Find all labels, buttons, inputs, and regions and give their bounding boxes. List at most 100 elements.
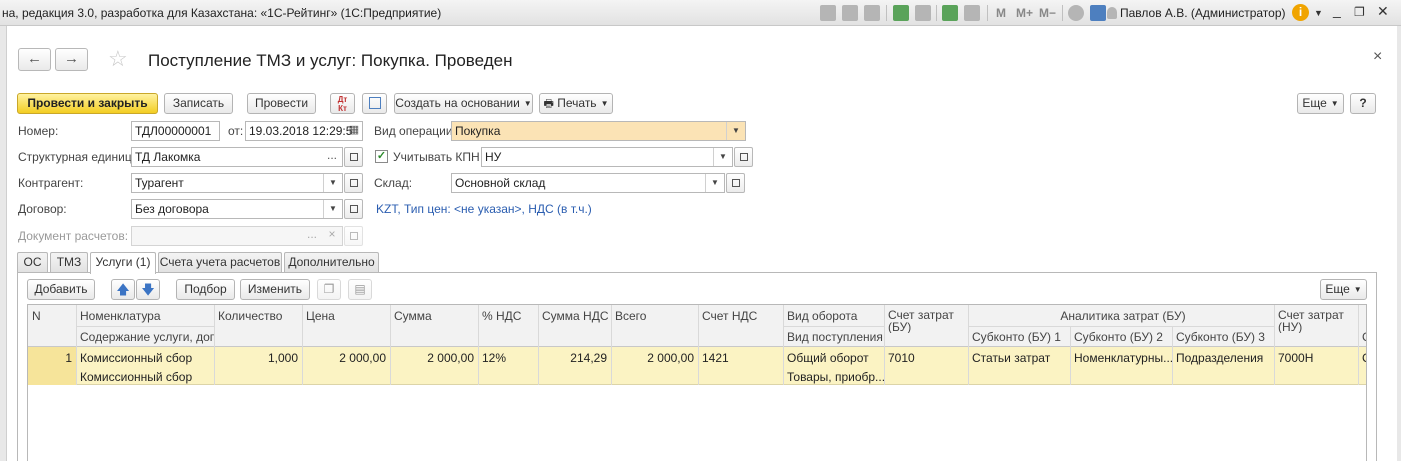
header-cost-account-nu[interactable]: Счет затрат (НУ) xyxy=(1274,309,1358,333)
info-icon[interactable]: i xyxy=(1292,4,1309,21)
select-ellipsis-icon[interactable]: ... xyxy=(322,148,342,166)
chevron-down-icon[interactable]: ▼ xyxy=(713,148,732,166)
cell-sub1[interactable]: Статьи затрат xyxy=(968,351,1070,365)
prices-and-currency-link[interactable]: KZT, Тип цен: <не указан>, НДС (в т.ч.) xyxy=(376,202,592,216)
cell-sub3[interactable]: Подразделения xyxy=(1172,351,1274,365)
move-up-button[interactable]: 🡅 xyxy=(111,279,135,300)
chevron-down-icon[interactable]: ▼ xyxy=(726,122,745,140)
header-turnover-type[interactable]: Вид оборота xyxy=(783,309,884,323)
cell-cost-account[interactable]: 7010 xyxy=(884,351,968,365)
unit-field[interactable]: ТД Лакомка... xyxy=(131,147,343,167)
cell-vat-account[interactable]: 1421 xyxy=(698,351,783,365)
header-n[interactable]: N xyxy=(28,309,76,323)
header-vat-sum[interactable]: Сумма НДС xyxy=(538,309,611,323)
number-field[interactable]: ТДЛ00000001 xyxy=(131,121,220,141)
open-warehouse-button[interactable] xyxy=(726,173,745,193)
print-button[interactable]: 🖶 Печать ▼ xyxy=(539,93,613,114)
create-based-on-button[interactable]: Создать на основании ▼ xyxy=(394,93,533,114)
close-window-icon[interactable]: ✕ xyxy=(1377,3,1389,20)
save-icon[interactable] xyxy=(820,5,836,21)
cell-vat-sum[interactable]: 214,29 xyxy=(538,351,611,365)
calendar-icon[interactable]: ▦ xyxy=(347,123,361,137)
cell-content[interactable]: Комиссионный сбор xyxy=(76,370,214,384)
chevron-down-icon[interactable]: ▼ xyxy=(323,174,342,192)
header-receipt-type[interactable]: Вид поступления xyxy=(783,330,884,344)
cell-cut[interactable]: С xyxy=(1358,351,1366,365)
open-kpn-button[interactable] xyxy=(734,147,753,167)
table-more-button[interactable]: Еще ▼ xyxy=(1320,279,1367,300)
save-button[interactable]: Записать xyxy=(164,93,233,114)
contract-select[interactable]: Без договора ▼ xyxy=(131,199,343,219)
kpn-checkbox[interactable]: ✓ xyxy=(375,150,388,163)
pick-button[interactable]: Подбор xyxy=(176,279,235,300)
copy-icon[interactable] xyxy=(915,5,931,21)
help-button[interactable]: ? xyxy=(1350,93,1376,114)
structure-button[interactable] xyxy=(362,93,387,114)
date-field[interactable]: 19.03.2018 12:29:5 ▦ xyxy=(245,121,363,141)
cell-price[interactable]: 2 000,00 xyxy=(302,351,390,365)
header-vat-rate[interactable]: % НДС xyxy=(478,309,538,323)
cell-sum[interactable]: 2 000,00 xyxy=(390,351,478,365)
header-price[interactable]: Цена xyxy=(302,309,390,323)
calculator-icon[interactable] xyxy=(942,5,958,21)
tab-settlement-accounts[interactable]: Счета учета расчетов xyxy=(158,252,282,273)
more-button[interactable]: Еще ▼ xyxy=(1297,93,1344,114)
header-total[interactable]: Всего xyxy=(611,309,698,323)
warehouse-select[interactable]: Основной склад ▼ xyxy=(451,173,725,193)
header-sub1[interactable]: Субконто (БУ) 1 xyxy=(968,330,1070,344)
operation-select[interactable]: Покупка ▼ xyxy=(451,121,746,141)
header-content[interactable]: Содержание услуги, доп. xyxy=(76,330,214,344)
current-user[interactable]: Павлов А.В. (Администратор) xyxy=(1120,6,1286,20)
header-cost-account[interactable]: Счет затрат (БУ) xyxy=(884,309,968,333)
chevron-down-icon[interactable]: ▼ xyxy=(1314,8,1323,18)
cell-cost-account-nu[interactable]: 7000Н xyxy=(1274,351,1358,365)
tab-additional[interactable]: Дополнительно xyxy=(284,252,379,273)
cell-receipt-type[interactable]: Товары, приобр... xyxy=(783,370,884,384)
tab-tmz[interactable]: ТМЗ xyxy=(50,252,88,273)
cell-total[interactable]: 2 000,00 xyxy=(611,351,698,365)
header-vat-account[interactable]: Счет НДС xyxy=(698,309,783,323)
tab-os[interactable]: ОС xyxy=(17,252,48,273)
cell-qty[interactable]: 1,000 xyxy=(214,351,302,365)
counterparty-select[interactable]: Турагент ▼ xyxy=(131,173,343,193)
cell-sub2[interactable]: Номенклатурны... xyxy=(1070,351,1172,365)
post-and-close-button[interactable]: Провести и закрыть xyxy=(17,93,158,114)
back-button[interactable]: ← xyxy=(18,48,51,71)
header-sub3[interactable]: Субконто (БУ) 3 xyxy=(1172,330,1274,344)
memory-m-icon[interactable]: M xyxy=(996,6,1006,20)
header-nomenclature[interactable]: Номенклатура xyxy=(76,309,214,323)
tab-services[interactable]: Услуги (1) xyxy=(90,252,156,274)
header-cut[interactable]: С xyxy=(1358,330,1366,344)
dt-kt-button[interactable]: Дт Кт xyxy=(330,93,355,114)
memory-minus-icon[interactable]: M− xyxy=(1039,6,1056,20)
kpn-select[interactable]: НУ ▼ xyxy=(481,147,733,167)
post-button[interactable]: Провести xyxy=(247,93,316,114)
chevron-down-icon[interactable]: ▼ xyxy=(705,174,724,192)
upload-icon[interactable] xyxy=(893,5,909,21)
open-counterparty-button[interactable] xyxy=(344,173,363,193)
memory-plus-icon[interactable]: M+ xyxy=(1016,6,1033,20)
header-sub2[interactable]: Субконто (БУ) 2 xyxy=(1070,330,1172,344)
header-qty[interactable]: Количество xyxy=(214,309,302,323)
favorite-star-icon[interactable]: ☆ xyxy=(108,46,128,72)
minimize-icon[interactable]: _ xyxy=(1333,2,1341,18)
add-row-button[interactable]: Добавить xyxy=(27,279,95,300)
forward-button[interactable]: → xyxy=(55,48,88,71)
cell-nomenclature[interactable]: Комиссионный сбор xyxy=(76,351,214,365)
open-contract-button[interactable] xyxy=(344,199,363,219)
cell-turnover-type[interactable]: Общий оборот xyxy=(783,351,884,365)
preview-icon[interactable] xyxy=(864,5,880,21)
calendar-icon[interactable] xyxy=(964,5,980,21)
header-sum[interactable]: Сумма xyxy=(390,309,478,323)
cell-vat-rate[interactable]: 12% xyxy=(478,351,538,365)
move-down-button[interactable]: 🡇 xyxy=(136,279,160,300)
print-icon[interactable] xyxy=(842,5,858,21)
chevron-down-icon[interactable]: ▼ xyxy=(323,200,342,218)
open-unit-button[interactable] xyxy=(344,147,363,167)
panel-icon[interactable] xyxy=(1090,5,1106,21)
restore-icon[interactable]: ❐ xyxy=(1354,5,1365,19)
change-button[interactable]: Изменить xyxy=(240,279,310,300)
close-document-icon[interactable]: × xyxy=(1373,48,1382,66)
services-table[interactable]: N Номенклатура Содержание услуги, доп. К… xyxy=(27,304,1367,461)
zoom-icon[interactable] xyxy=(1068,5,1084,21)
